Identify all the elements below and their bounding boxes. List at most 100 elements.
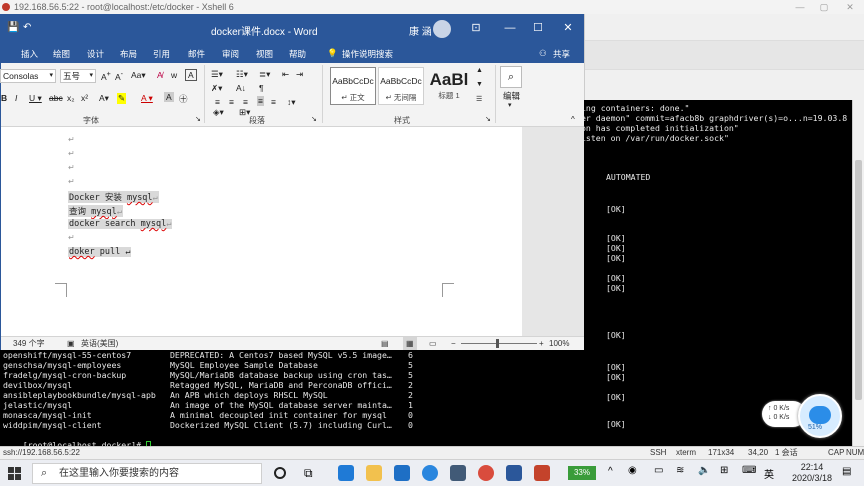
wifi-icon[interactable]: ≋ (676, 465, 684, 476)
windows-start-icon[interactable] (8, 467, 21, 480)
xshell-maximize-button[interactable]: ▢ (812, 0, 836, 14)
character-shading-icon[interactable]: A (164, 92, 174, 102)
print-layout-icon[interactable]: ▦ (403, 337, 417, 350)
read-mode-icon[interactable]: ▤ (381, 337, 389, 350)
doc-line[interactable]: doker pull ↵ (68, 247, 132, 257)
grow-font-icon[interactable]: A+ (101, 70, 111, 82)
terminal-scroll-thumb[interactable] (855, 160, 862, 400)
change-case-icon[interactable]: Aa▾ (131, 70, 146, 81)
chinese-layout-icon[interactable]: ✗▾ (211, 83, 222, 94)
tab-view[interactable]: 视图 (256, 48, 273, 60)
style-normal[interactable]: AaBbCcDc ↵ 正文 (330, 67, 376, 105)
task-view-icon[interactable]: ⧉ (304, 465, 320, 481)
styles-more-icon[interactable]: ☰ (476, 95, 482, 103)
character-border-icon[interactable]: A (185, 69, 197, 81)
show-hidden-icons[interactable]: ^ (608, 466, 613, 477)
document-scrollbar[interactable] (570, 159, 578, 319)
find-icon[interactable]: ⌕ (500, 66, 522, 88)
underline-icon[interactable]: U ▾ (29, 93, 42, 104)
tab-references[interactable]: 引用 (153, 48, 170, 60)
word-close-button[interactable]: ✕ (557, 18, 579, 38)
notification-icon[interactable]: ▤ (842, 466, 851, 477)
virtualbox-icon[interactable] (450, 465, 466, 481)
zoom-slider[interactable] (461, 343, 537, 344)
show-marks-icon[interactable]: ¶ (259, 83, 264, 93)
enclose-character-icon[interactable]: ㊉ (179, 93, 188, 105)
doc-line[interactable]: Docker 安装 mysql↵ (68, 191, 159, 203)
battery-indicator[interactable]: 33% (568, 466, 596, 480)
zoom-out-icon[interactable]: − (451, 337, 456, 350)
app-tray-icon[interactable]: ◉ (628, 465, 637, 476)
clock-app-icon[interactable] (422, 465, 438, 481)
line-spacing-icon[interactable]: ↕▾ (287, 97, 296, 108)
italic-icon[interactable]: I (15, 93, 17, 103)
justify-icon[interactable]: ≡ (257, 96, 264, 106)
increase-indent-icon[interactable]: ⇥ (296, 69, 303, 80)
multilevel-list-icon[interactable]: ≣▾ (259, 69, 270, 80)
web-layout-icon[interactable]: ▭ (429, 337, 437, 350)
editing-chevron-icon[interactable]: ▾ (508, 101, 512, 109)
volume-icon[interactable]: 🔈 (698, 465, 710, 476)
cortana-icon[interactable] (274, 467, 286, 479)
autosave-icon[interactable]: 💾 (7, 22, 19, 33)
distributed-icon[interactable]: ≡ (271, 97, 276, 107)
shading-icon[interactable]: ◈▾ (213, 107, 224, 118)
ime-mode-icon[interactable]: ⊞ (720, 465, 728, 476)
mail-icon[interactable] (394, 465, 410, 481)
assistant-bubble-icon[interactable]: 51% (798, 394, 842, 438)
undo-icon[interactable]: ↶ (23, 22, 31, 33)
word-count[interactable]: 349 个字 (13, 337, 45, 350)
tab-mailings[interactable]: 邮件 (188, 48, 205, 60)
font-color-icon[interactable]: A ▾ (141, 93, 153, 104)
superscript-icon[interactable]: x² (81, 93, 88, 103)
tell-me-search[interactable]: 操作说明搜索 (342, 48, 393, 60)
tab-design[interactable]: 设计 (87, 48, 104, 60)
collapse-ribbon-icon[interactable]: ^ (571, 115, 575, 124)
avatar[interactable] (433, 20, 451, 38)
battery-tray-icon[interactable]: ▭ (654, 465, 663, 476)
zoom-level[interactable]: 100% (549, 337, 569, 350)
styles-dialog-launcher-icon[interactable]: ↘ (485, 115, 491, 123)
user-name[interactable]: 康 涵 (409, 23, 432, 38)
bold-icon[interactable]: B (1, 93, 7, 103)
styles-scroll-up-icon[interactable]: ▲ (476, 67, 483, 74)
keyboard-icon[interactable]: ⌨ (742, 465, 756, 476)
highlight-icon[interactable]: ✎ (117, 93, 127, 104)
tab-layout[interactable]: 布局 (120, 48, 137, 60)
zoom-slider-thumb[interactable] (496, 339, 499, 348)
tab-draw[interactable]: 绘图 (53, 48, 70, 60)
word-minimize-button[interactable]: — (499, 18, 521, 38)
sort-icon[interactable]: A↓ (236, 83, 246, 93)
bullets-icon[interactable]: ☰▾ (211, 69, 223, 80)
taskbar-search-input[interactable]: ⌕ 在这里输入你要搜索的内容 (32, 463, 262, 484)
document-area[interactable]: ↵ ↵ ↵ ↵ Docker 安装 mysql↵ 查询 mysql↵ docke… (1, 127, 584, 336)
doc-line[interactable]: 查询 mysql↵ (68, 205, 123, 217)
terminal-scrollbar[interactable] (852, 100, 864, 446)
xshell-minimize-button[interactable]: — (788, 0, 812, 14)
text-effects-icon[interactable]: A▾ (99, 93, 109, 104)
proofing-icon[interactable]: ▣ (67, 337, 75, 350)
align-center-icon[interactable]: ≡ (229, 97, 234, 107)
file-explorer-icon[interactable] (366, 465, 382, 481)
font-name-box[interactable]: Consolas ▾ (0, 69, 56, 83)
align-right-icon[interactable]: ≡ (243, 97, 248, 107)
phonetic-guide-icon[interactable]: w (171, 70, 177, 80)
tab-review[interactable]: 审阅 (222, 48, 239, 60)
font-dialog-launcher-icon[interactable]: ↘ (195, 115, 201, 123)
tab-insert[interactable]: 插入 (21, 48, 38, 60)
input-language[interactable]: 英 (764, 466, 774, 481)
language-label[interactable]: 英语(美国) (81, 337, 118, 350)
doc-line[interactable]: docker search mysql↵ (68, 219, 173, 229)
font-size-box[interactable]: 五号 ▾ (60, 69, 96, 83)
edge-icon[interactable] (338, 465, 354, 481)
ribbon-display-button[interactable]: ⊡ (465, 18, 487, 38)
zoom-in-icon[interactable]: + (539, 337, 544, 350)
style-no-spacing[interactable]: AaBbCcDc ↵ 无间隔 (378, 67, 424, 105)
shrink-font-icon[interactable]: A- (115, 70, 123, 82)
powerpoint-taskbar-icon[interactable] (534, 465, 550, 481)
style-heading-1[interactable]: AaBl 标题 1 (426, 67, 472, 105)
xshell-taskbar-icon[interactable] (478, 465, 494, 481)
clear-formatting-icon[interactable]: A̸ (157, 70, 163, 80)
xshell-close-button[interactable]: ✕ (838, 0, 862, 14)
system-clock[interactable]: 22:14 2020/3/18 (788, 462, 836, 484)
